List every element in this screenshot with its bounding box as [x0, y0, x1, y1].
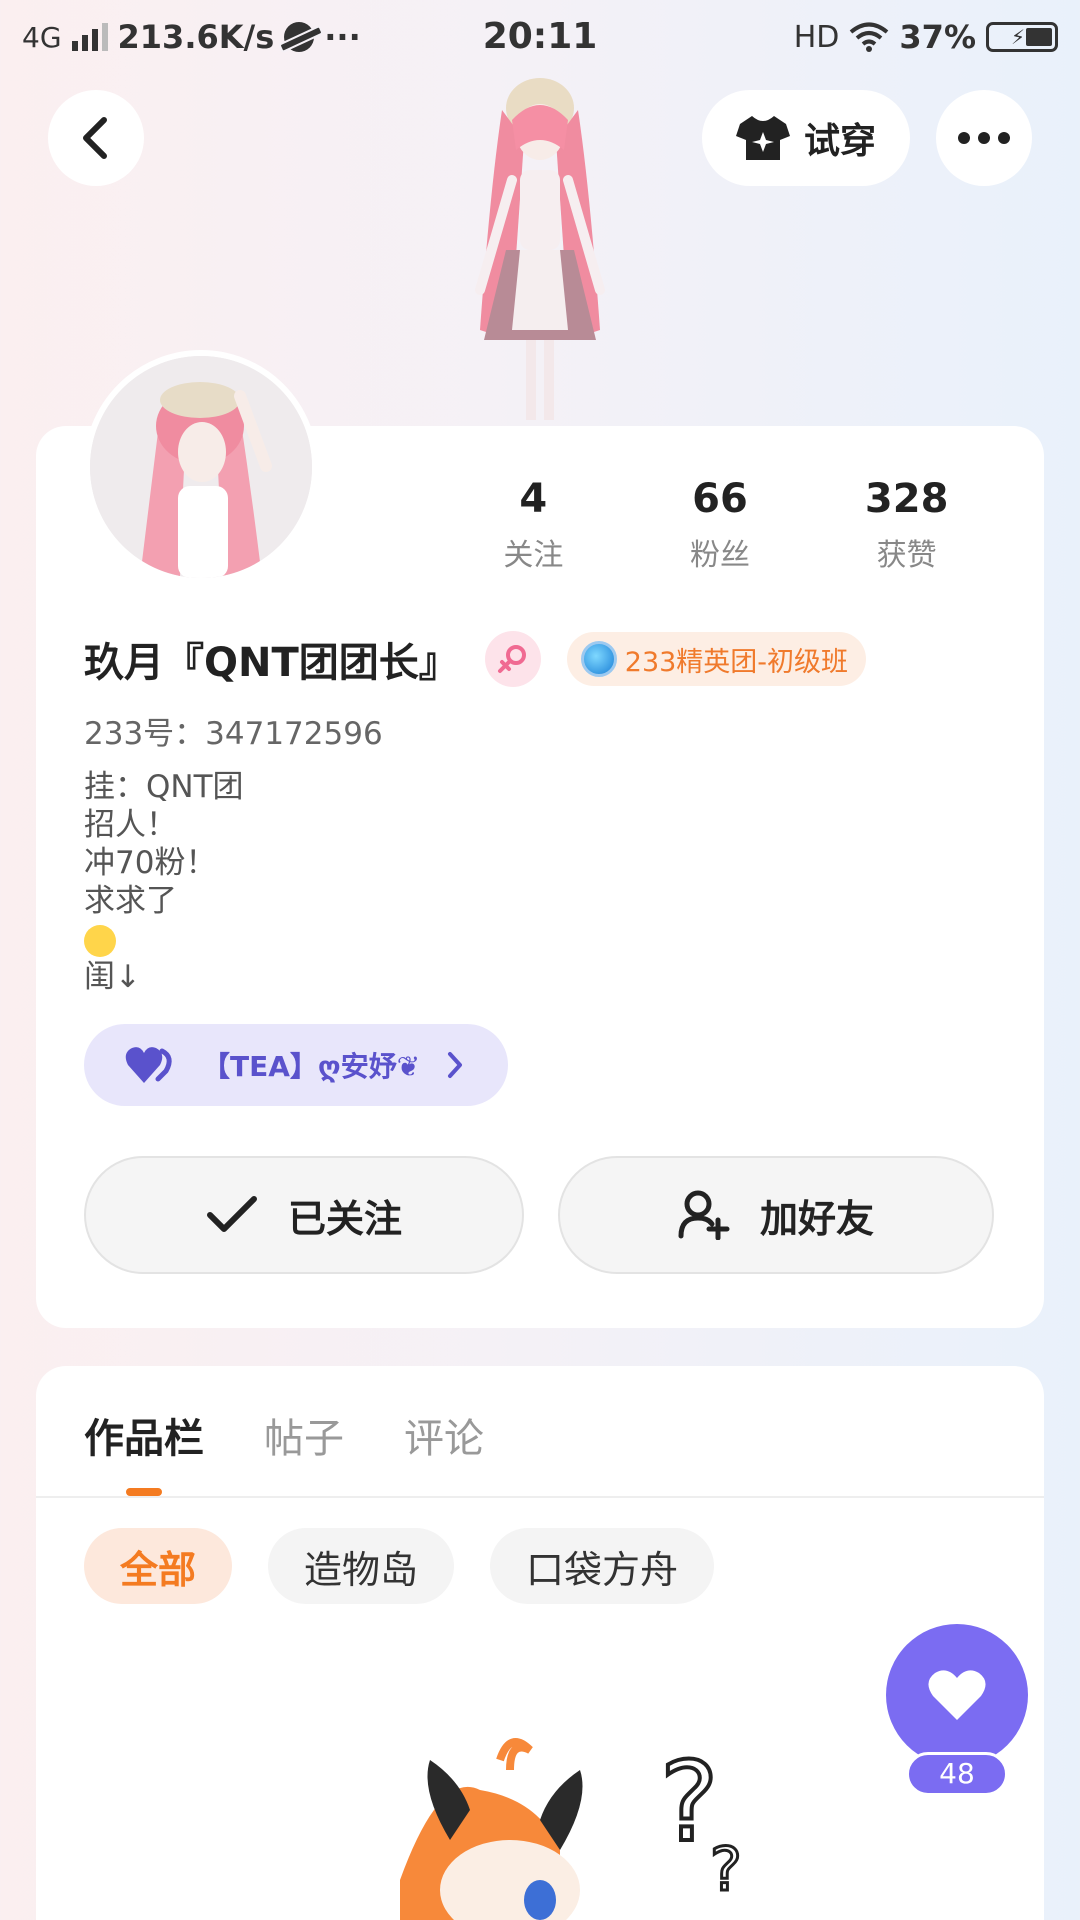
- content-tabs: 作品栏 帖子 评论: [84, 1406, 484, 1464]
- stat-following[interactable]: 4 关注: [440, 476, 627, 574]
- tab-posts[interactable]: 帖子: [264, 1406, 344, 1464]
- filter-chips: 全部 造物岛 口袋方舟: [84, 1528, 715, 1604]
- filter-pocket-ark[interactable]: 口袋方舟: [490, 1528, 715, 1604]
- bio-line: [84, 920, 244, 958]
- bio-line: 挂：QNT团: [84, 769, 244, 805]
- wifi-icon: [850, 22, 889, 52]
- battery-percent: 37%: [899, 18, 976, 56]
- gem-icon: [580, 641, 617, 677]
- status-more: ···: [324, 18, 361, 56]
- crying-emoji-icon: [84, 924, 116, 957]
- add-friend-button[interactable]: 加好友: [558, 1156, 994, 1274]
- tab-indicator: [126, 1488, 162, 1496]
- group-chip-label: 【TEA】ღ安妤❦: [202, 1050, 421, 1083]
- bio-line: 闺↓: [84, 959, 141, 995]
- rank-badge-label: 233精英团-初级班: [624, 646, 849, 678]
- followed-button[interactable]: 已关注: [84, 1156, 524, 1274]
- heart-icon: [125, 1047, 172, 1083]
- rank-badge[interactable]: 233精英团-初级班: [566, 632, 867, 686]
- bio-line: 冲70粉！: [84, 845, 217, 881]
- network-speed: 213.6K/s: [117, 18, 275, 56]
- nickname-row: 玖月『QNT团团长』 233精英团-初级班: [84, 630, 867, 688]
- group-chip[interactable]: 【TEA】ღ安妤❦: [84, 1024, 508, 1106]
- chevron-right-icon: [448, 1052, 462, 1078]
- filter-all[interactable]: 全部: [84, 1528, 233, 1604]
- hd-indicator: HD: [793, 19, 840, 55]
- stat-value: 328: [864, 476, 949, 522]
- more-dots-icon: [958, 132, 1010, 144]
- network-type: 4G: [22, 20, 62, 54]
- check-icon: [206, 1196, 257, 1232]
- stat-value: 66: [692, 476, 748, 522]
- planet-icon: [284, 22, 315, 52]
- like-button[interactable]: [886, 1624, 1028, 1766]
- user-id: 233号：347172596: [84, 716, 383, 752]
- bio: 挂：QNT团 招人！ 冲70粉！ 求求了 闺↓: [84, 768, 244, 996]
- avatar[interactable]: [84, 350, 318, 584]
- tab-works[interactable]: 作品栏: [84, 1406, 204, 1464]
- tab-comments[interactable]: 评论: [404, 1406, 484, 1464]
- empty-state-mascot: ? ?: [400, 1736, 743, 1920]
- status-left: 4G 213.6K/s ···: [22, 18, 361, 56]
- nickname: 玖月『QNT团团长』: [84, 640, 459, 686]
- try-on-label: 试穿: [803, 121, 876, 162]
- filter-creation-island[interactable]: 造物岛: [268, 1528, 455, 1604]
- add-friend-label: 加好友: [759, 1196, 874, 1241]
- bio-line: 招人！: [84, 807, 177, 843]
- back-button[interactable]: [48, 90, 144, 186]
- avatar-image: [90, 356, 312, 578]
- signal-icon: [71, 23, 108, 51]
- try-on-button[interactable]: 试穿: [702, 90, 910, 186]
- stat-value: 4: [519, 476, 548, 522]
- stat-followers[interactable]: 66 粉丝: [627, 476, 814, 574]
- status-bar: 4G 213.6K/s ··· 20:11 HD 37% ⚡: [0, 0, 1080, 80]
- status-right: HD 37% ⚡: [794, 18, 1058, 56]
- add-user-icon: [678, 1190, 730, 1240]
- divider: [36, 1496, 1044, 1498]
- profile-stats: 4 关注 66 粉丝 328 获赞: [440, 476, 1000, 574]
- heart-icon: [928, 1670, 986, 1720]
- stat-label: 粉丝: [690, 538, 750, 573]
- character-figure[interactable]: [440, 70, 640, 430]
- svg-text:?: ?: [710, 1835, 742, 1905]
- followed-label: 已关注: [287, 1196, 402, 1241]
- stat-label: 获赞: [876, 538, 937, 573]
- stat-label: 关注: [503, 538, 564, 573]
- more-button[interactable]: [936, 90, 1032, 186]
- bio-line: 求求了: [84, 883, 177, 919]
- stat-likes[interactable]: 328 获赞: [813, 476, 1000, 574]
- battery-icon: ⚡: [986, 22, 1058, 52]
- chevron-left-icon: [83, 117, 107, 159]
- like-count-badge: 48: [906, 1752, 1008, 1796]
- tshirt-icon: [735, 116, 790, 160]
- female-icon: [484, 631, 541, 687]
